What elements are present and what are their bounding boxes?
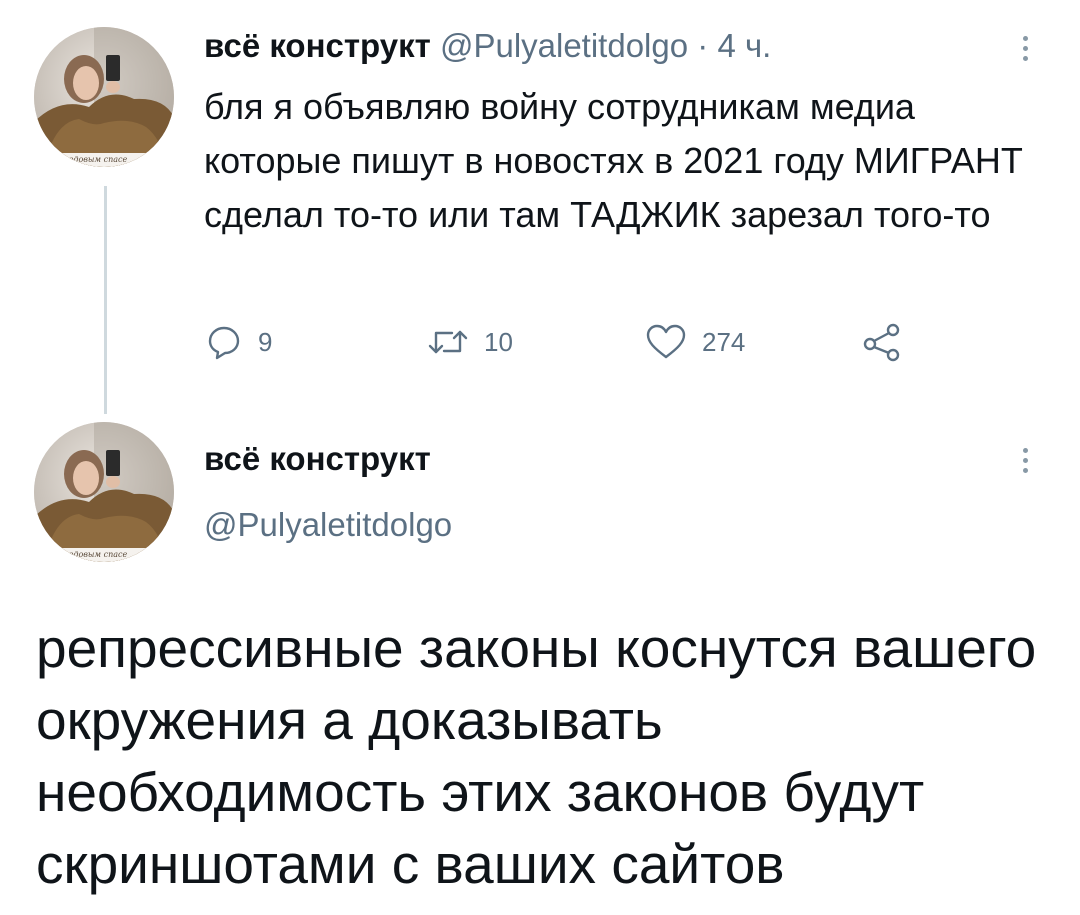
reply-count: 9 (258, 326, 273, 357)
tweet-text: репрессивные законы коснутся вашего окру… (36, 617, 1037, 895)
user-handle[interactable]: @Pulyaletitdolgo (204, 506, 452, 544)
share-icon (860, 322, 904, 362)
avatar[interactable]: медовым спасе (34, 422, 174, 562)
like-button[interactable]: 274 (644, 320, 745, 364)
thread-connector-line (104, 186, 107, 414)
avatar-caption: медовым спасе (62, 155, 128, 164)
retweet-button[interactable]: 10 (426, 320, 513, 364)
reply-icon (204, 322, 244, 362)
tweet-actions: 9 10 274 (204, 320, 924, 364)
retweet-icon (426, 322, 470, 362)
more-vertical-icon[interactable] (1020, 36, 1030, 61)
heart-icon (644, 322, 688, 362)
tweet-text: бля я объявляю войну сотрудникам медиа к… (204, 86, 1023, 235)
more-vertical-icon[interactable] (1020, 448, 1030, 473)
tweet-header: всё конструкт @Pulyaletitdolgo · 4 ч. (204, 26, 771, 66)
avatar[interactable]: медовым спасе (34, 27, 174, 167)
avatar-caption: медовым спасе (62, 550, 128, 559)
display-name[interactable]: всё конструкт (204, 27, 431, 64)
reply-button[interactable]: 9 (204, 320, 272, 364)
like-count: 274 (702, 326, 746, 357)
retweet-count: 10 (484, 326, 513, 357)
share-button[interactable] (860, 320, 904, 364)
tweet-timestamp[interactable]: · 4 ч. (697, 27, 771, 64)
display-name[interactable]: всё конструкт (204, 440, 431, 478)
user-handle[interactable]: @Pulyaletitdolgo (440, 27, 688, 64)
